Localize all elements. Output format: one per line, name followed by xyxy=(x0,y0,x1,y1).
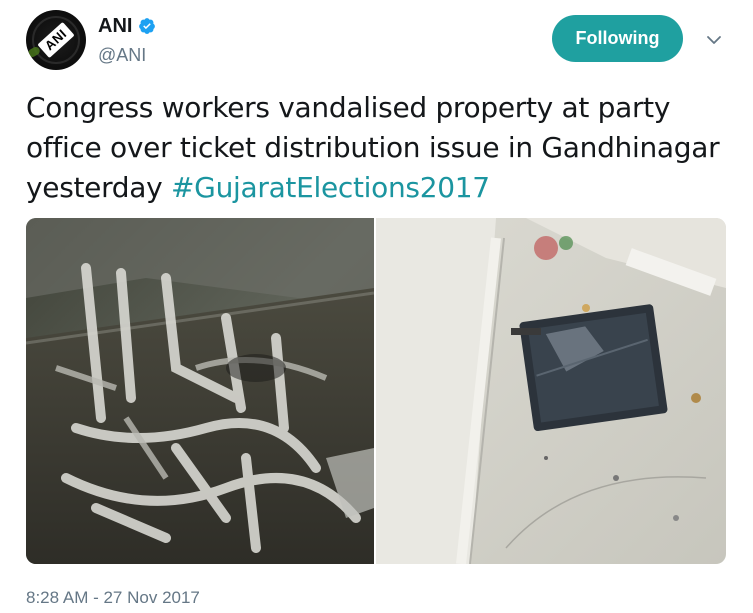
tweet-text: Congress workers vandalised property at … xyxy=(26,88,738,208)
photo-smashed-laptop[interactable] xyxy=(376,218,726,564)
tweet-timestamp[interactable]: 8:28 AM - 27 Nov 2017 xyxy=(26,588,200,608)
hashtag-link[interactable]: #GujaratElections2017 xyxy=(171,171,490,204)
verified-badge-icon xyxy=(138,17,156,35)
account-name-row[interactable]: ANI xyxy=(98,14,156,38)
photo-broken-chairs[interactable] xyxy=(26,218,374,564)
following-button[interactable]: Following xyxy=(552,15,683,62)
avatar[interactable]: ANI xyxy=(26,10,86,70)
display-name[interactable]: ANI xyxy=(98,14,132,38)
account-handle[interactable]: @ANI xyxy=(98,44,146,66)
broken-chairs-image xyxy=(26,218,374,564)
chevron-down-icon[interactable] xyxy=(702,28,726,52)
tweet-media[interactable] xyxy=(26,218,726,564)
smashed-laptop-image xyxy=(376,218,726,564)
